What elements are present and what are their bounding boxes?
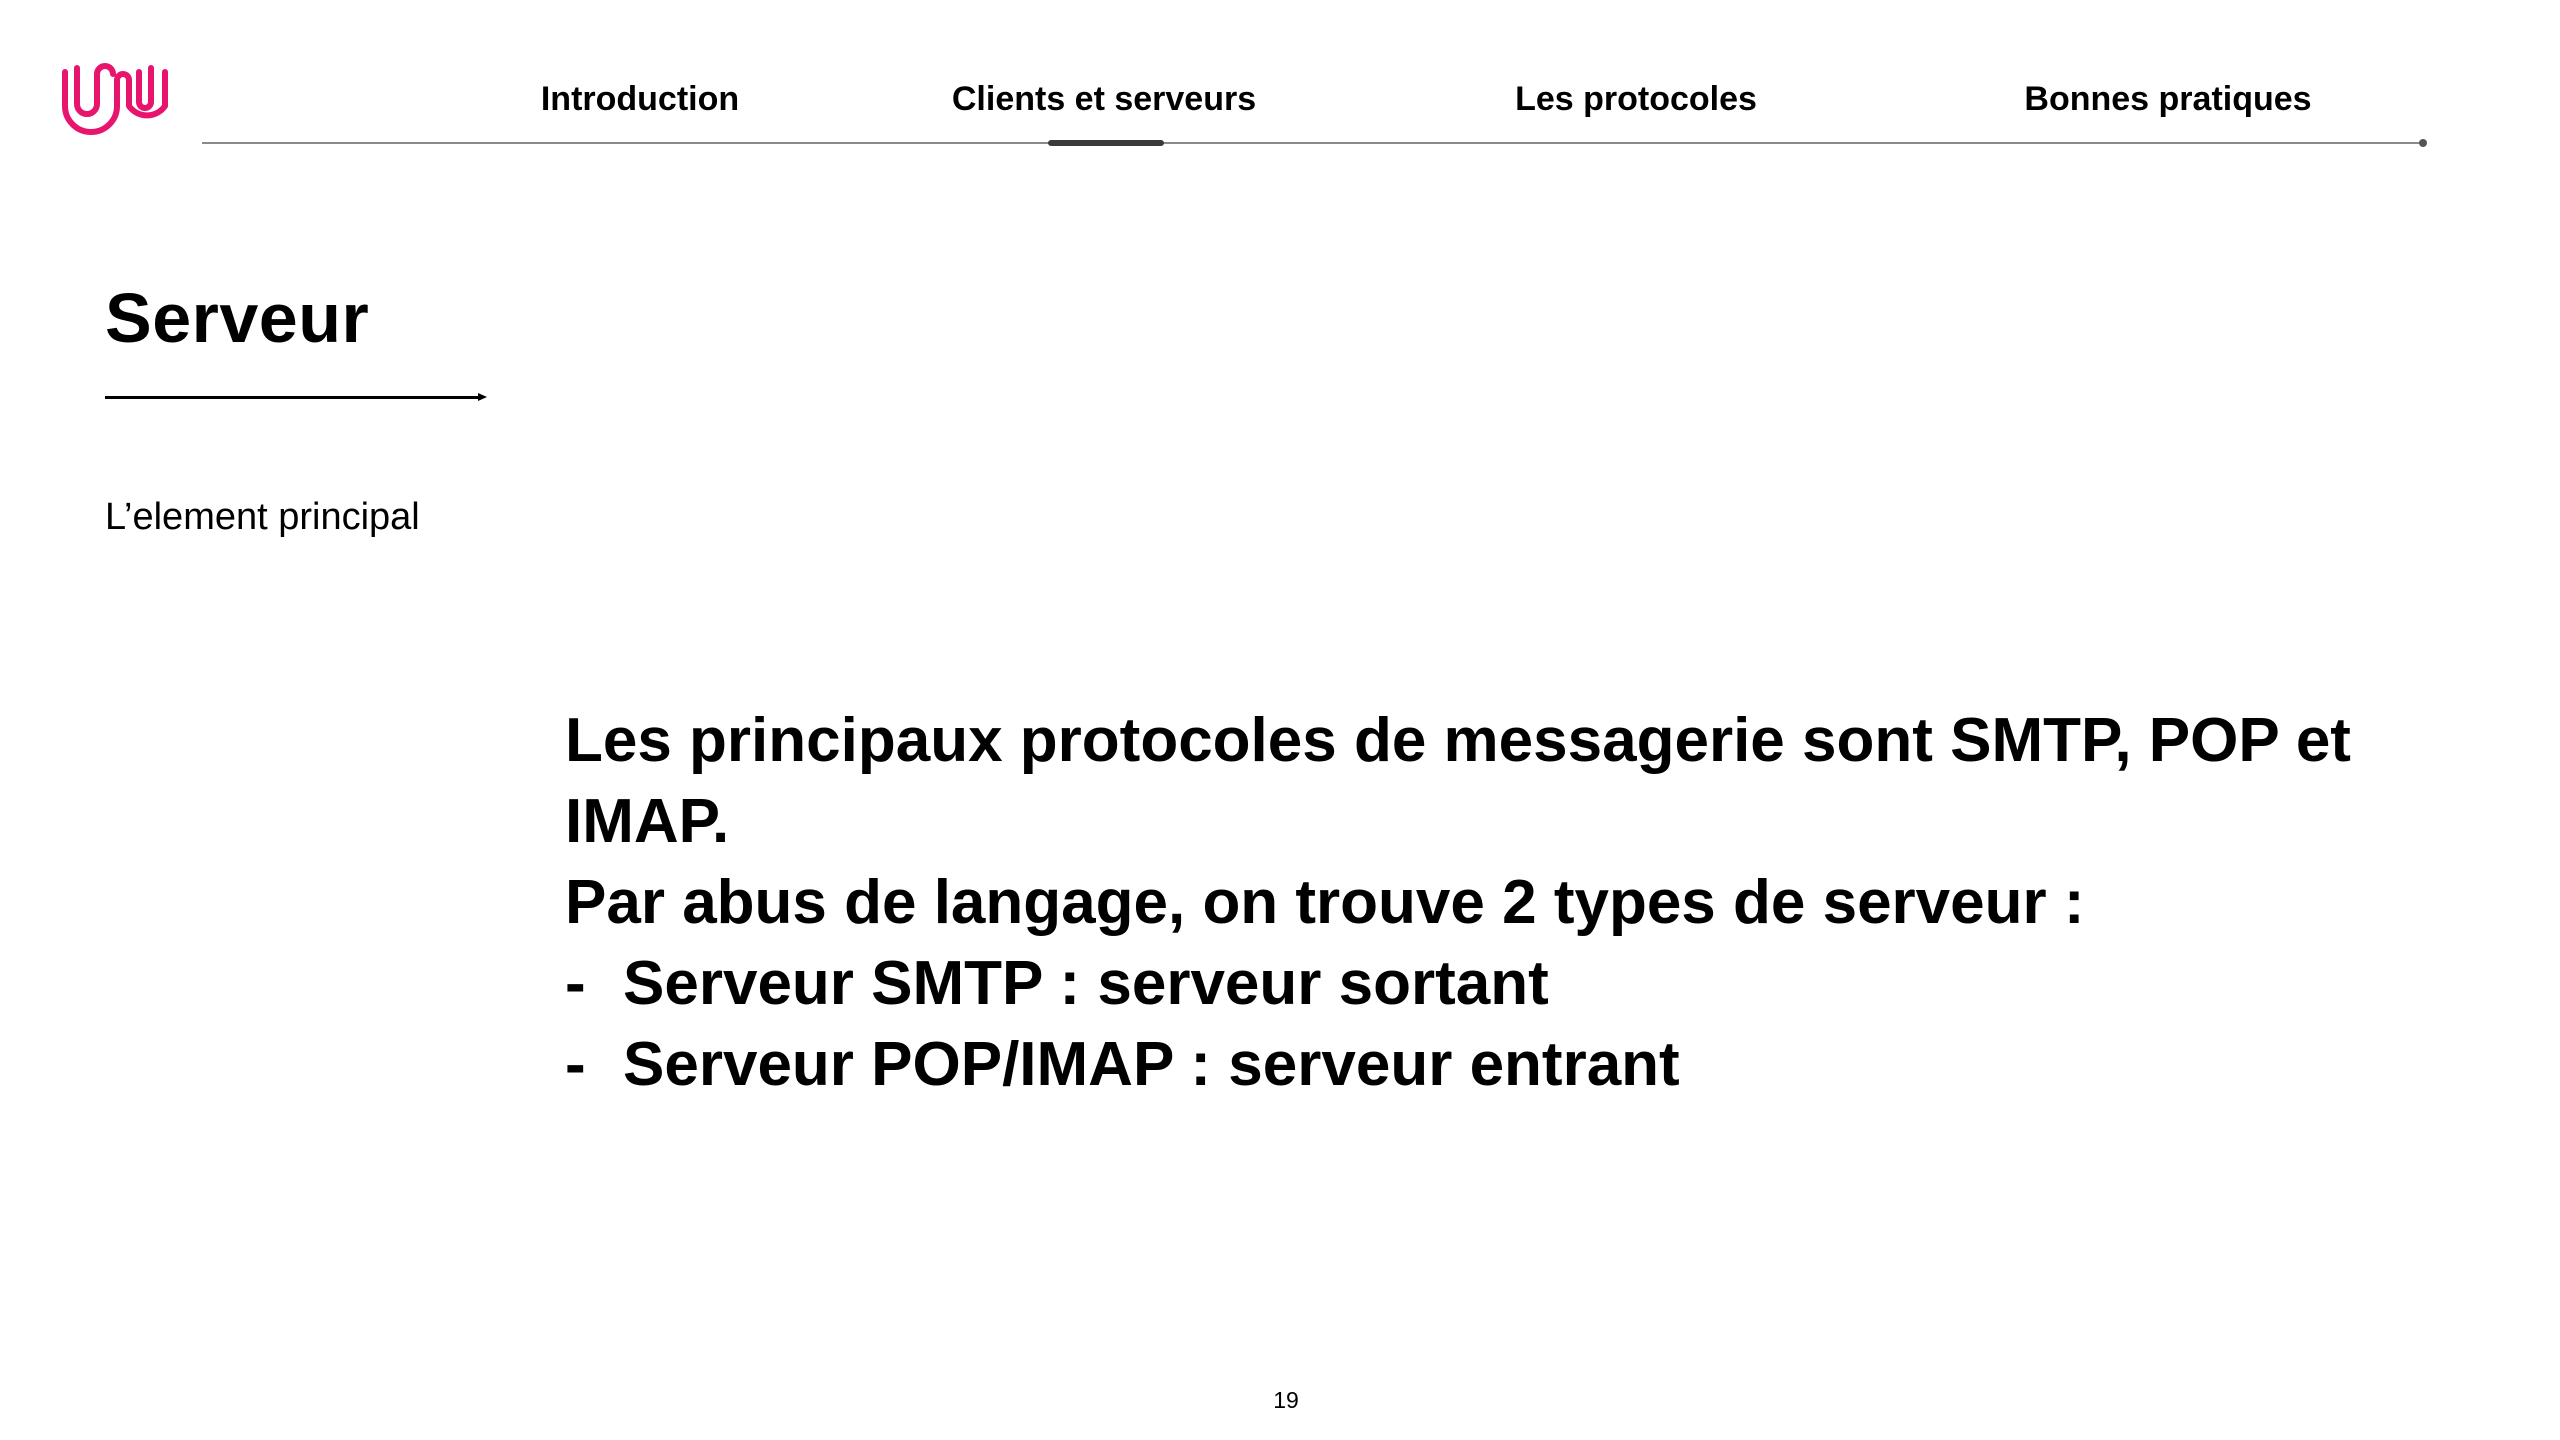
list-item-text: Serveur SMTP : serveur sortant	[623, 949, 1549, 1018]
brand-logo-icon	[62, 63, 168, 135]
page-number: 19	[1273, 1387, 1299, 1413]
body-paragraph: Par abus de langage, on trouve 2 types d…	[565, 868, 2085, 937]
list-item: - Serveur POP/IMAP : serveur entrant	[565, 1024, 2405, 1105]
nav-end-dot	[2419, 139, 2427, 147]
bullet-list: - Serveur SMTP : serveur sortant - Serve…	[565, 943, 2405, 1105]
slide-subtitle: L’element principal	[105, 496, 420, 538]
nav-progress-line	[202, 142, 2424, 144]
arrow-head-icon	[478, 393, 487, 401]
nav-active-indicator	[1048, 140, 1164, 146]
list-item: - Serveur SMTP : serveur sortant	[565, 943, 2405, 1024]
list-item-text: Serveur POP/IMAP : serveur entrant	[623, 1030, 1680, 1099]
title-underline-arrow	[105, 396, 481, 399]
nav-item-bonnes-pratiques[interactable]: Bonnes pratiques	[2024, 80, 2311, 119]
slide-title: Serveur	[105, 279, 370, 357]
body-paragraph: Les principaux protocoles de messagerie …	[565, 706, 2351, 856]
bullet-marker: -	[565, 1030, 586, 1099]
nav-item-clients-et-serveurs[interactable]: Clients et serveurs	[952, 80, 1256, 119]
nav-item-les-protocoles[interactable]: Les protocoles	[1515, 80, 1757, 119]
bullet-marker: -	[565, 949, 586, 1018]
slide-body: Les principaux protocoles de messagerie …	[565, 700, 2405, 1105]
nav-item-introduction[interactable]: Introduction	[541, 80, 739, 119]
